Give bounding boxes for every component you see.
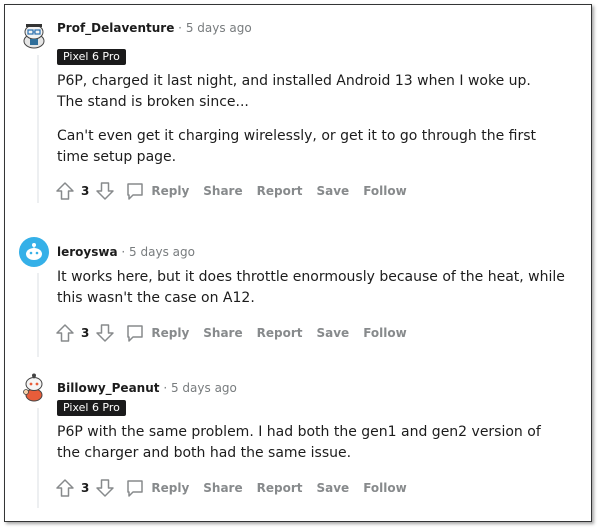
save-button[interactable]: Save (316, 326, 349, 340)
comment-bubble-icon (123, 476, 147, 500)
downvote-arrow-icon[interactable] (93, 476, 117, 500)
author-name[interactable]: Billowy_Peanut (57, 381, 160, 395)
share-button[interactable]: Share (203, 481, 242, 495)
comment-meta: Prof_Delaventure · 5 days ago (57, 21, 252, 35)
user-flair: Pixel 6 Pro (57, 49, 126, 65)
avatar-icon[interactable] (19, 19, 49, 49)
author-name[interactable]: Prof_Delaventure (57, 21, 174, 35)
timestamp[interactable]: 5 days ago (171, 381, 237, 395)
avatar-icon[interactable] (19, 372, 49, 402)
author-name[interactable]: leroyswa (57, 245, 118, 259)
follow-button[interactable]: Follow (363, 326, 407, 340)
thread-line[interactable] (37, 55, 39, 203)
comment-3: Billowy_Peanut · 5 days ago Pixel 6 Pro … (19, 372, 579, 512)
vote-count: 3 (81, 326, 90, 340)
comment-body: P6P with the same problem. I had both th… (57, 422, 557, 464)
comment-paragraph: P6P, charged it last night, and installe… (57, 73, 531, 110)
report-button[interactable]: Report (257, 184, 303, 198)
reply-label: Reply (151, 184, 190, 198)
upvote-arrow-icon[interactable] (53, 179, 77, 203)
comment-actions: 3 Reply Share Report Save Follow (53, 179, 407, 203)
upvote-arrow-icon[interactable] (53, 476, 77, 500)
comment-actions: 3 Reply Share Report Save Follow (53, 476, 407, 500)
reply-label: Reply (151, 481, 190, 495)
save-button[interactable]: Save (316, 481, 349, 495)
comment-meta: leroyswa · 5 days ago (57, 245, 195, 259)
vote-count: 3 (81, 184, 90, 198)
comment-actions: 3 Reply Share Report Save Follow (53, 321, 407, 345)
comment-paragraph: It works here, but it does throttle enor… (57, 269, 565, 306)
downvote-arrow-icon[interactable] (93, 179, 117, 203)
report-button[interactable]: Report (257, 481, 303, 495)
reply-button[interactable]: Reply (123, 321, 189, 345)
thread-line[interactable] (37, 273, 39, 357)
reply-button[interactable]: Reply (123, 476, 189, 500)
share-button[interactable]: Share (203, 184, 242, 198)
reply-button[interactable]: Reply (123, 179, 189, 203)
comment-bubble-icon (123, 321, 147, 345)
comment-bubble-icon (123, 179, 147, 203)
reply-label: Reply (151, 326, 190, 340)
follow-button[interactable]: Follow (363, 184, 407, 198)
comment-paragraph: Can't even get it charging wirelessly, o… (57, 128, 537, 165)
vote-count: 3 (81, 481, 90, 495)
follow-button[interactable]: Follow (363, 481, 407, 495)
comment-body: It works here, but it does throttle enor… (57, 267, 567, 309)
timestamp[interactable]: 5 days ago (129, 245, 195, 259)
upvote-arrow-icon[interactable] (53, 321, 77, 345)
meta-separator: · (121, 245, 126, 259)
comment-body: P6P, charged it last night, and installe… (57, 71, 557, 168)
comment-1: Prof_Delaventure · 5 days ago Pixel 6 Pr… (19, 19, 579, 209)
save-button[interactable]: Save (316, 184, 349, 198)
timestamp[interactable]: 5 days ago (186, 21, 252, 35)
thread-line[interactable] (37, 408, 39, 508)
avatar-icon[interactable] (19, 237, 49, 267)
downvote-arrow-icon[interactable] (93, 321, 117, 345)
comment-meta: Billowy_Peanut · 5 days ago (57, 381, 237, 395)
meta-separator: · (178, 21, 182, 35)
user-flair: Pixel 6 Pro (57, 400, 126, 416)
share-button[interactable]: Share (203, 326, 242, 340)
comment-2: leroyswa · 5 days ago It works here, but… (19, 237, 579, 357)
comment-paragraph: P6P with the same problem. I had both th… (57, 424, 541, 461)
comments-panel: Prof_Delaventure · 5 days ago Pixel 6 Pr… (4, 4, 592, 522)
meta-separator: · (163, 381, 168, 395)
report-button[interactable]: Report (257, 326, 303, 340)
